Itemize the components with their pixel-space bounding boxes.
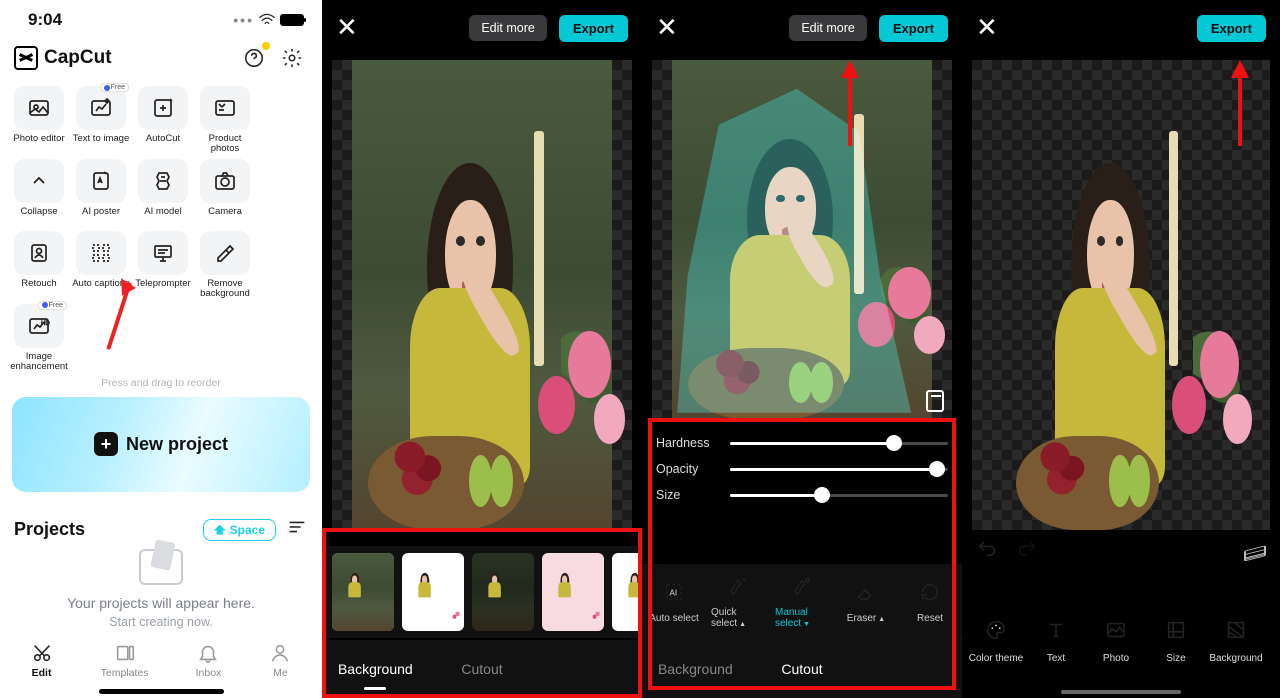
- battery-icon: [280, 14, 304, 26]
- et-color-theme[interactable]: Color theme: [968, 619, 1024, 664]
- tool-camera[interactable]: Camera: [196, 159, 254, 227]
- scissors-icon: [30, 643, 54, 663]
- export-button[interactable]: Export: [879, 15, 948, 42]
- home-indicator: [1061, 690, 1181, 694]
- et-text[interactable]: Text: [1028, 619, 1084, 664]
- settings-icon[interactable]: [276, 42, 308, 74]
- annotation-box: [322, 528, 642, 698]
- tool-grid: Photo editor Free Text to image AutoCut …: [0, 86, 322, 373]
- tab-me[interactable]: Me: [268, 643, 292, 679]
- brand: CapCut: [14, 46, 232, 70]
- export-button[interactable]: Export: [1197, 15, 1266, 42]
- tool-collapse[interactable]: Collapse: [10, 159, 68, 227]
- et-photo[interactable]: Photo: [1088, 619, 1144, 664]
- close-icon[interactable]: ✕: [336, 14, 358, 40]
- svg-text:HD: HD: [41, 321, 50, 327]
- palette-icon: [985, 619, 1007, 647]
- status-time: 9:04: [28, 10, 62, 30]
- tool-ai-poster[interactable]: AI poster: [72, 159, 130, 227]
- bottom-tabbar: Edit Templates Inbox Me: [0, 635, 322, 683]
- annotation-box: [648, 418, 956, 690]
- size-icon: [1165, 619, 1187, 647]
- tool-autocut[interactable]: AutoCut: [134, 86, 192, 155]
- plus-icon: +: [94, 432, 118, 456]
- edit-more-button[interactable]: Edit more: [469, 15, 547, 41]
- help-icon[interactable]: [238, 42, 270, 74]
- wifi-icon: [258, 13, 276, 27]
- et-sticker[interactable]: Stick: [1268, 619, 1280, 664]
- projects-header: Projects Space: [0, 492, 322, 544]
- edit-toolbar: Color theme Text Photo Size Background S…: [962, 584, 1280, 698]
- rotate-icon[interactable]: [926, 390, 944, 412]
- edit-more-button[interactable]: Edit more: [789, 15, 867, 41]
- brand-icon: [14, 46, 38, 70]
- photo-icon: [1105, 619, 1127, 647]
- cell-icon: •••: [233, 12, 254, 28]
- brand-label: CapCut: [44, 47, 112, 69]
- empty-sub: Start creating now.: [109, 615, 213, 629]
- background-icon: [1225, 619, 1247, 647]
- tab-edit[interactable]: Edit: [30, 643, 54, 679]
- user-icon: [268, 643, 292, 663]
- et-background[interactable]: Background: [1208, 619, 1264, 664]
- editor-background-screen: ✕ Edit more Export Background Cutout: [322, 0, 642, 698]
- tool-remove-background[interactable]: Remove background: [196, 231, 254, 300]
- close-icon[interactable]: ✕: [656, 14, 678, 40]
- reorder-hint: Press and drag to reorder: [0, 377, 322, 389]
- new-project-button[interactable]: + New project: [12, 397, 310, 492]
- tool-retouch[interactable]: Retouch: [10, 231, 68, 300]
- undo-icon[interactable]: [976, 538, 998, 566]
- redo-icon[interactable]: [1016, 538, 1038, 566]
- tool-image-enhancement[interactable]: FreeHD Image enhancement: [10, 304, 68, 373]
- tool-teleprompter[interactable]: Teleprompter: [134, 231, 192, 300]
- empty-title: Your projects will appear here.: [67, 595, 255, 611]
- tool-ai-model[interactable]: AI model: [134, 159, 192, 227]
- space-button[interactable]: Space: [203, 519, 276, 541]
- app-header: CapCut: [0, 40, 322, 86]
- templates-icon: [113, 643, 137, 663]
- close-icon[interactable]: ✕: [976, 14, 998, 40]
- status-icons: •••: [233, 12, 304, 28]
- export-button[interactable]: Export: [559, 15, 628, 42]
- home-screen: 9:04 ••• CapCut Photo editor Free Text t…: [0, 0, 322, 698]
- tab-templates[interactable]: Templates: [101, 643, 149, 679]
- tool-photo-editor[interactable]: Photo editor: [10, 86, 68, 155]
- projects-title: Projects: [14, 519, 85, 540]
- empty-state: Your projects will appear here. Start cr…: [0, 544, 322, 635]
- et-size[interactable]: Size: [1148, 619, 1204, 664]
- history-row: [962, 534, 1280, 570]
- new-project-label: New project: [126, 434, 228, 455]
- editor-final-screen: ✕ Export Color theme Text Photo Size: [962, 0, 1280, 698]
- tab-inbox[interactable]: Inbox: [196, 643, 222, 679]
- home-indicator: [99, 689, 224, 694]
- status-bar: 9:04 •••: [0, 6, 322, 40]
- bell-icon: [196, 643, 220, 663]
- tool-text-to-image[interactable]: Free Text to image: [72, 86, 130, 155]
- tool-product-photos[interactable]: Product photos: [196, 86, 254, 155]
- sort-icon[interactable]: [286, 516, 308, 544]
- text-icon: [1045, 619, 1067, 647]
- editor-cutout-screen: ✕ Edit more Export Hardness Opacity Size…: [642, 0, 962, 698]
- layers-icon[interactable]: [1244, 543, 1266, 561]
- empty-icon: [139, 549, 183, 585]
